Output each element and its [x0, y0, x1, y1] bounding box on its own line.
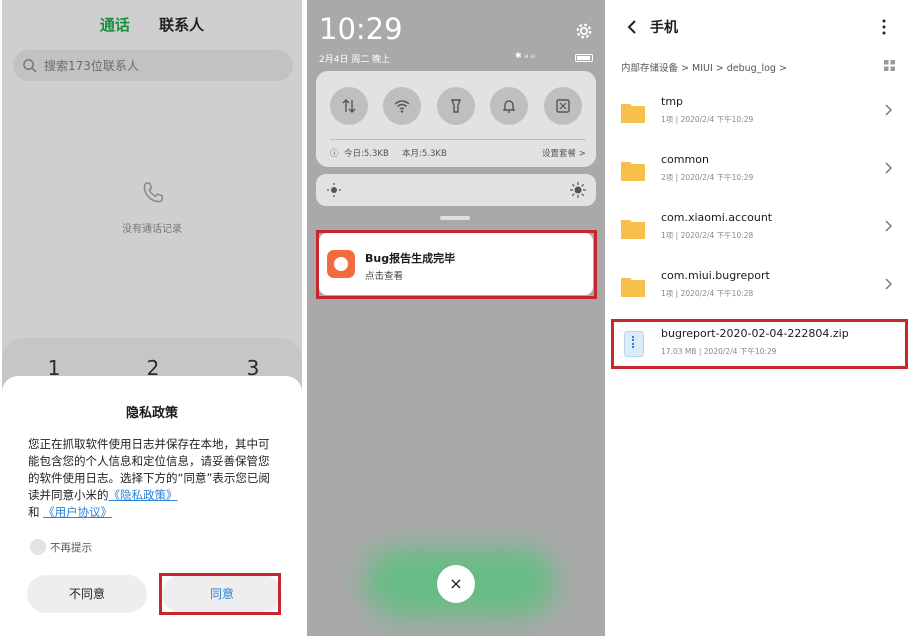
- notification-title: Bug报告生成完毕: [365, 252, 456, 265]
- zip-file-icon: [624, 331, 644, 357]
- quick-settings: ⓘ 今日:5.3KB 本月:5.3KB 设置套餐 >: [316, 71, 596, 167]
- search-placeholder: 搜索173位联系人: [44, 59, 139, 73]
- status-clock: 10:29: [319, 12, 403, 46]
- folder-icon: [621, 162, 645, 181]
- brightness-high-icon: [570, 182, 586, 198]
- folder-name: com.xiaomi.account: [661, 211, 773, 224]
- zip-file-item[interactable]: bugreport-2020-02-04-222804.zip 17.03 MB…: [608, 318, 912, 376]
- list-item[interactable]: common 2项 | 2020/2/4 下午10:29: [608, 144, 912, 202]
- disagree-button[interactable]: 不同意: [27, 575, 147, 613]
- brightness-slider[interactable]: [316, 174, 596, 206]
- zip-file-meta: 17.03 MB | 2020/2/4 下午10:29: [661, 347, 777, 356]
- chevron-right-icon: [885, 162, 892, 174]
- shade-drag-handle[interactable]: [440, 216, 470, 220]
- folder-meta: 1项 | 2020/2/4 下午10:28: [661, 289, 754, 298]
- and-text: 和: [28, 505, 40, 519]
- flashlight-toggle[interactable]: [437, 87, 475, 125]
- clear-notifications-button[interactable]: ×: [437, 565, 475, 603]
- data-info-icon: ⓘ: [330, 149, 339, 159]
- wifi-icon: [394, 100, 410, 113]
- file-manager-panel: 手机 内部存储设备 > MIUI > debug_log > tmp 1项 | …: [608, 0, 912, 636]
- folder-icon: [621, 278, 645, 297]
- privacy-dialog: 隐私政策 您正在抓取软件使用日志并保存在本地，其中可能包含您的个人信息和定位信息…: [2, 376, 302, 636]
- dont-remind-checkbox[interactable]: [30, 539, 46, 555]
- wifi-toggle[interactable]: [383, 87, 421, 125]
- list-item[interactable]: com.miui.bugreport 1项 | 2020/2/4 下午10:28: [608, 260, 912, 318]
- more-options-icon[interactable]: [882, 19, 886, 35]
- dialer-panel: 通话 联系人 搜索173位联系人 没有通话记录 1 2 3 隐私政策 您正在抓取…: [2, 0, 302, 636]
- status-signal: ✱ ᵢₗₗ ᵢₗₗ: [515, 51, 535, 60]
- folder-meta: 2项 | 2020/2/4 下午10:29: [661, 173, 754, 182]
- phone-icon: [143, 182, 163, 203]
- agree-button[interactable]: 同意: [162, 575, 282, 613]
- list-item[interactable]: com.xiaomi.account 1项 | 2020/2/4 下午10:28: [608, 202, 912, 260]
- folder-meta: 1项 | 2020/2/4 下午10:29: [661, 115, 754, 124]
- data-month: 本月:5.3KB: [402, 149, 447, 159]
- folder-name: common: [661, 153, 709, 166]
- tab-calls[interactable]: 通话: [100, 14, 130, 35]
- contact-search-input[interactable]: 搜索173位联系人: [13, 50, 293, 81]
- dialog-body: 您正在抓取软件使用日志并保存在本地，其中可能包含您的个人信息和定位信息，请妥善保…: [28, 436, 278, 521]
- chevron-right-icon: [885, 220, 892, 232]
- search-icon: [23, 59, 37, 73]
- list-item[interactable]: tmp 1项 | 2020/2/4 下午10:29: [608, 86, 912, 144]
- folder-icon: [621, 220, 645, 239]
- quick-settings-divider: [330, 139, 586, 140]
- chevron-right-icon: [885, 278, 892, 290]
- data-today: 今日:5.3KB: [344, 149, 389, 159]
- brightness-low-icon: [327, 183, 341, 197]
- screenshot-toggle[interactable]: [544, 87, 582, 125]
- dialer-tabs: 通话 联系人: [2, 14, 302, 35]
- bell-icon: [502, 100, 516, 113]
- folder-meta: 1项 | 2020/2/4 下午10:28: [661, 231, 754, 240]
- battery-icon: [575, 54, 593, 62]
- page-title: 手机: [650, 20, 678, 36]
- flashlight-icon: [450, 99, 462, 113]
- screenshot-icon: [556, 99, 570, 113]
- notification-shade-panel: 10:29 2月4日 周二 晚上 ✱ ᵢₗₗ ᵢₗₗ ⓘ 今日:5.3KB 本月…: [307, 0, 605, 636]
- bug-report-app-icon: [327, 250, 355, 278]
- user-agreement-link[interactable]: 《用户协议》: [43, 505, 112, 519]
- breadcrumb[interactable]: 内部存储设备 > MIUI > debug_log >: [621, 60, 787, 74]
- data-toggle-icon: [342, 99, 356, 113]
- folder-name: tmp: [661, 95, 684, 108]
- dont-remind-label: 不再提示: [50, 542, 92, 554]
- notification-toggle[interactable]: [490, 87, 528, 125]
- grid-view-icon[interactable]: [884, 60, 895, 71]
- gear-icon[interactable]: [575, 22, 593, 40]
- mobile-data-toggle[interactable]: [330, 87, 368, 125]
- empty-call-log-text: 没有通话记录: [122, 224, 182, 235]
- status-date: 2月4日 周二 晚上: [319, 55, 391, 65]
- back-arrow-icon[interactable]: [626, 19, 638, 35]
- notification-subtitle: 点击查看: [365, 271, 404, 282]
- tab-contacts[interactable]: 联系人: [159, 14, 204, 35]
- folder-name: com.miui.bugreport: [661, 269, 770, 282]
- privacy-policy-link[interactable]: 《隐私政策》: [109, 488, 178, 502]
- bug-report-notification[interactable]: Bug报告生成完毕 点击查看: [319, 233, 593, 295]
- folder-icon: [621, 104, 645, 123]
- zip-file-name: bugreport-2020-02-04-222804.zip: [661, 327, 849, 340]
- dialog-title: 隐私政策: [125, 406, 178, 421]
- data-plan-settings-link[interactable]: 设置套餐 >: [542, 147, 586, 159]
- chevron-right-icon: [885, 104, 892, 116]
